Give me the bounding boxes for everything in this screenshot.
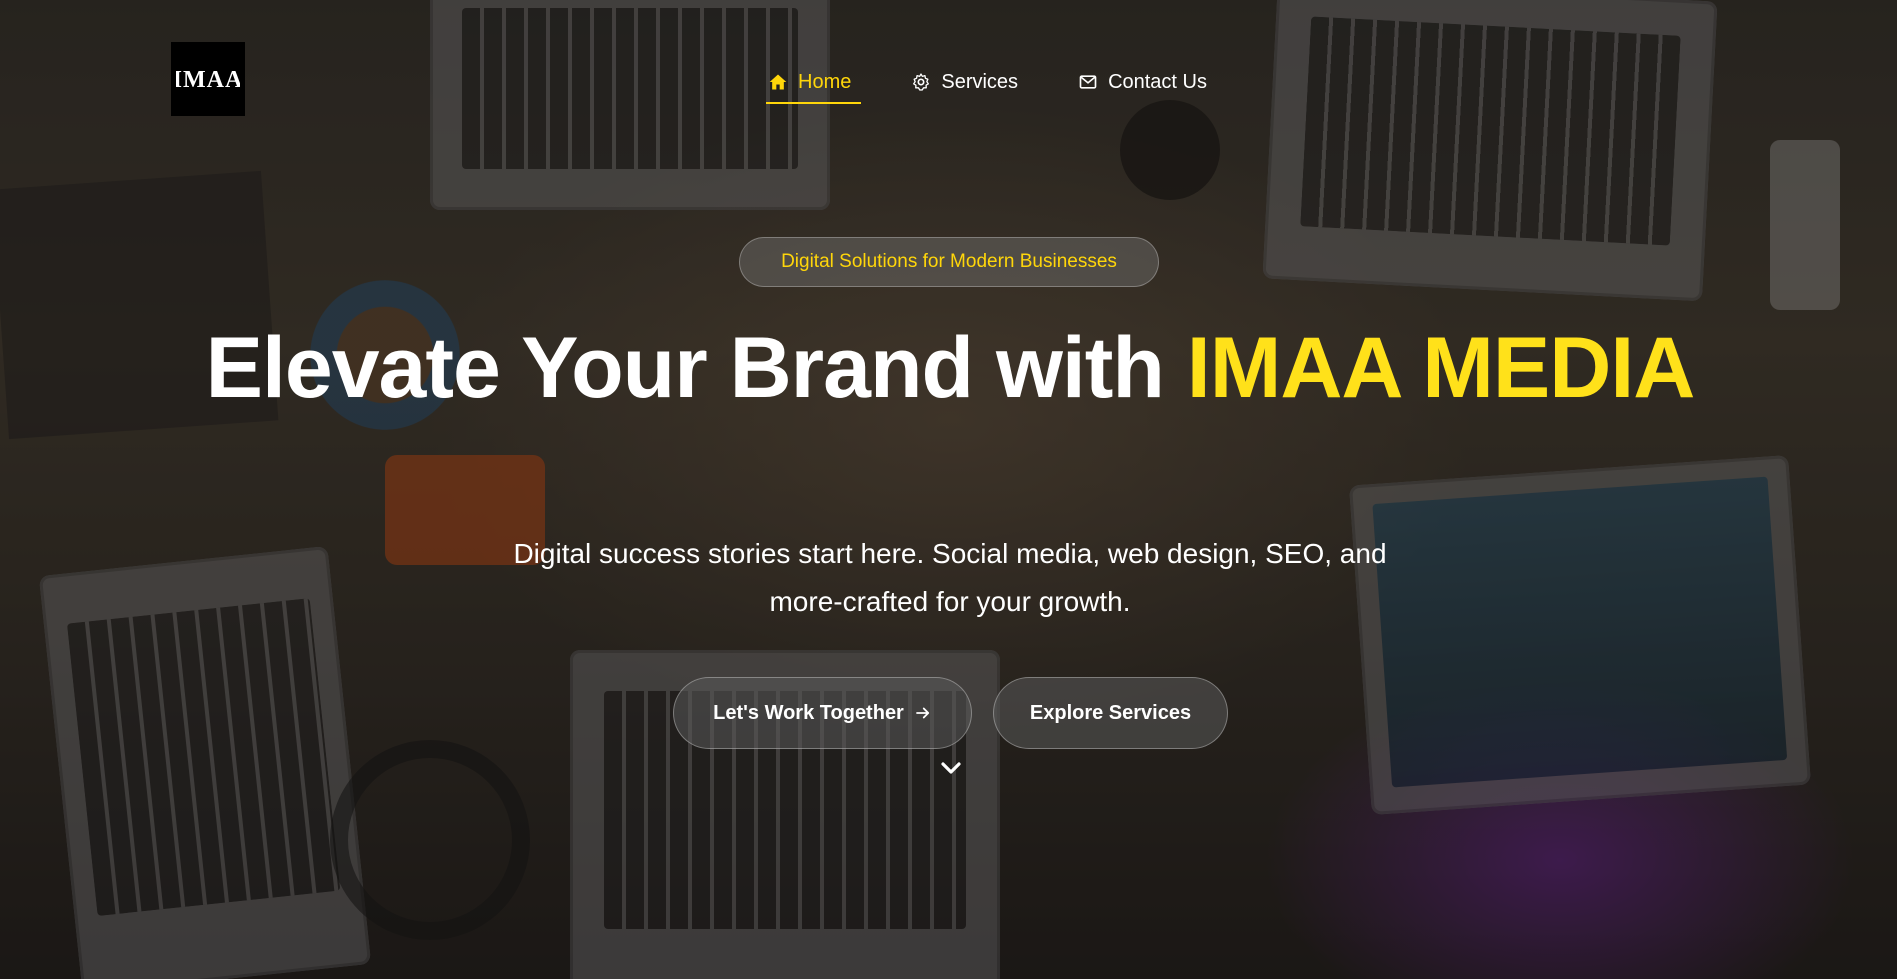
logo-mark: IMAA	[176, 67, 240, 93]
button-label: Let's Work Together	[713, 701, 904, 724]
nav-item-label: Services	[941, 70, 1019, 93]
nav-item-services[interactable]: Services	[911, 66, 1018, 98]
main-nav: Home Services Contact Us	[756, 66, 1207, 104]
nav-item-contact[interactable]: Contact Us	[1078, 66, 1207, 98]
dark-overlay	[0, 0, 1897, 979]
hero-subtitle: Digital success stories start here. Soci…	[513, 538, 1387, 617]
hero-headline: Elevate Your Brand with IMAA MEDIA	[200, 322, 1700, 414]
gear-icon	[913, 73, 930, 91]
nav-item-label: Contact Us	[1108, 70, 1207, 93]
chevron-down-icon[interactable]	[939, 758, 963, 778]
tagline-badge-text: Digital Solutions for Modern Businesses	[781, 251, 1117, 272]
button-label: Explore Services	[1029, 701, 1192, 724]
logo[interactable]: IMAA	[171, 42, 245, 116]
headline-text: Elevate Your Brand with	[205, 320, 1187, 416]
explore-services-button[interactable]: Explore Services	[993, 677, 1228, 749]
home-icon	[769, 74, 787, 90]
lets-work-together-button[interactable]: Let's Work Together	[673, 677, 972, 749]
hero-section: IMAA Home Services Contact Us Digital So…	[0, 0, 1897, 979]
arrow-right-icon	[915, 707, 929, 719]
mail-icon	[1079, 75, 1097, 89]
headline-accent: IMAA MEDIA	[1186, 320, 1696, 416]
nav-item-label: Home	[798, 70, 852, 93]
svg-text:IMAA: IMAA	[176, 67, 240, 93]
tagline-badge: Digital Solutions for Modern Businesses	[739, 237, 1159, 287]
nav-item-home[interactable]: Home	[765, 66, 862, 104]
